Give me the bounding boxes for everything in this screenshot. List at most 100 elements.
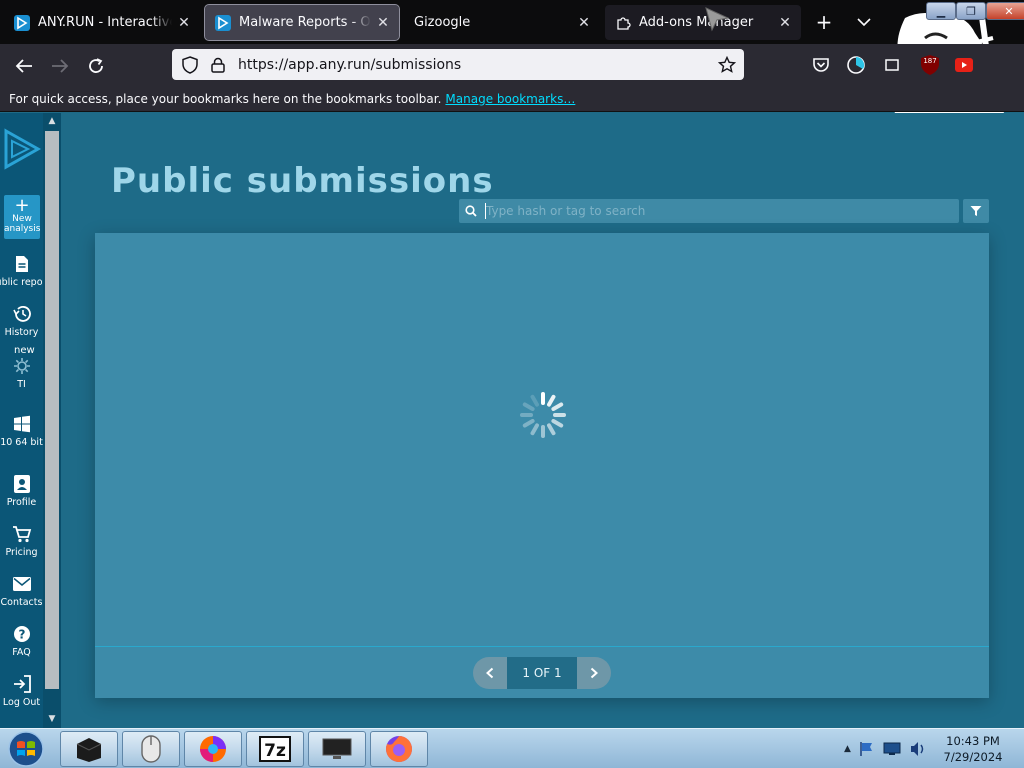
tray-expand-arrow-icon[interactable]: ▲ — [844, 744, 851, 754]
extension-badge-count: 187 — [923, 57, 936, 65]
close-icon[interactable]: ✕ — [172, 11, 196, 35]
chevron-down-icon — [857, 18, 871, 27]
plus-icon: + — [14, 195, 30, 216]
profile-icon — [0, 473, 43, 495]
tab-title: ANY.RUN - Interactive Online — [38, 15, 172, 30]
submissions-panel: 1 OF 1 — [95, 233, 989, 698]
reload-icon — [89, 58, 103, 73]
monitor-icon — [322, 738, 352, 759]
start-button-icon[interactable] — [4, 730, 48, 768]
sidebar-item-label: FAQ — [12, 647, 31, 658]
sidebar-item-pricing[interactable]: Pricing — [0, 523, 43, 558]
extension-partial-icon[interactable] — [884, 54, 900, 76]
tracking-protection-shield-icon[interactable] — [180, 55, 200, 74]
reload-button[interactable] — [82, 52, 110, 80]
network-monitor-icon[interactable] — [883, 742, 901, 756]
restore-button[interactable]: ❐ — [956, 2, 986, 20]
tab-addons-manager[interactable]: Add-ons Manager ✕ — [605, 5, 801, 40]
sidebar-item-label: History — [4, 327, 39, 338]
loading-spinner-icon — [520, 392, 566, 438]
action-center-flag-icon[interactable] — [859, 741, 875, 757]
document-icon — [0, 253, 43, 275]
windows-icon — [0, 413, 43, 435]
list-all-tabs-button[interactable] — [852, 10, 876, 34]
close-icon[interactable]: ✕ — [773, 11, 797, 35]
help-icon: ? — [0, 623, 43, 645]
extension-timer-icon[interactable] — [845, 54, 867, 76]
scrollbar-thumb[interactable] — [45, 131, 59, 689]
taskbar-clock[interactable]: 10:43 PM 7/29/2024 — [930, 733, 1016, 765]
history-icon — [0, 303, 43, 325]
lock-icon[interactable] — [208, 57, 228, 73]
sidebar-item-contacts[interactable]: Contacts — [0, 573, 43, 608]
search-box[interactable] — [459, 199, 959, 223]
sidebar-item-ti[interactable]: new TI — [0, 345, 43, 390]
chevron-right-icon — [590, 667, 598, 679]
cart-icon — [0, 523, 43, 545]
anyrun-play-icon — [215, 14, 231, 31]
close-icon[interactable]: ✕ — [572, 11, 596, 35]
window-close-button[interactable]: ✕ — [986, 2, 1024, 20]
next-page-button[interactable] — [577, 657, 611, 689]
new-analysis-button[interactable]: + New analysis — [4, 195, 40, 239]
taskbar-app-monitor[interactable] — [308, 731, 366, 767]
close-icon[interactable]: ✕ — [371, 11, 395, 35]
manage-bookmarks-link[interactable]: Manage bookmarks… — [445, 92, 575, 106]
svg-text:?: ? — [18, 628, 25, 642]
mouse-device-icon — [141, 735, 161, 763]
bookmark-star-icon[interactable] — [716, 55, 738, 74]
tab-anyrun[interactable]: ANY.RUN - Interactive Online ✕ — [4, 5, 200, 40]
sidebar-item-logout[interactable]: Log Out — [0, 673, 43, 708]
clock-date: 7/29/2024 — [943, 750, 1003, 764]
navigation-toolbar: https://app.any.run/submissions 187 — [0, 44, 1024, 86]
firefox-icon — [386, 736, 412, 762]
window-controls: ▁ ❐ ✕ — [926, 2, 1024, 20]
search-input[interactable] — [486, 204, 959, 218]
puzzle-icon — [615, 15, 631, 31]
sidebar-item-label: Profile — [6, 497, 37, 508]
taskbar-app-terminal[interactable] — [60, 731, 118, 767]
url-text: https://app.any.run/submissions — [238, 56, 462, 73]
anyrun-play-icon — [14, 14, 30, 31]
sidebar-item-profile[interactable]: Profile — [0, 473, 43, 508]
arrow-left-icon — [15, 59, 32, 73]
pagination: 1 OF 1 — [473, 657, 611, 689]
bookmarks-empty-message: For quick access, place your bookmarks h… — [9, 91, 442, 106]
address-bar[interactable]: https://app.any.run/submissions — [172, 49, 744, 80]
forward-button[interactable] — [46, 52, 74, 80]
youtube-extension-icon[interactable] — [954, 54, 974, 76]
terminal-box-icon — [76, 738, 102, 762]
new-tab-button[interactable]: + — [812, 10, 836, 34]
pocket-icon[interactable] — [810, 54, 832, 76]
sidebar-item-label: Contacts — [0, 597, 43, 608]
sidebar-item-label: Log Out — [2, 697, 41, 708]
sidebar-item-faq[interactable]: ? FAQ — [0, 623, 43, 658]
taskbar-app-7zip[interactable]: 7z — [246, 731, 304, 767]
sidebar-item-history[interactable]: History — [0, 303, 43, 338]
scroll-down-arrow-icon[interactable]: ▼ — [43, 711, 61, 727]
minimize-button[interactable]: ▁ — [926, 2, 956, 20]
sidebar-item-public-reports[interactable]: Public reports — [0, 253, 43, 288]
tab-title: Gizoogle — [414, 15, 471, 30]
ublock-origin-icon[interactable]: 187 — [918, 54, 942, 76]
filter-button[interactable] — [963, 199, 989, 223]
sidebar-item-os-version[interactable]: 10 64 bit — [0, 413, 43, 448]
taskbar-app-firefox[interactable] — [370, 731, 428, 767]
pagination-footer: 1 OF 1 — [95, 646, 989, 698]
search-icon — [459, 205, 483, 217]
chevron-left-icon — [486, 667, 494, 679]
taskbar-app-browser[interactable] — [184, 731, 242, 767]
back-button[interactable] — [10, 52, 38, 80]
taskbar-app-mouse[interactable] — [122, 731, 180, 767]
scroll-up-arrow-icon[interactable]: ▲ — [43, 113, 61, 129]
anyrun-logo-icon[interactable] — [2, 127, 42, 171]
sidebar-scrollbar[interactable]: ▲ ▼ — [43, 113, 61, 728]
tab-malware-reports[interactable]: Malware Reports - Online Malware ✕ — [204, 4, 400, 41]
volume-icon[interactable] — [909, 741, 927, 757]
sidebar-item-label: 10 64 bit — [0, 437, 43, 448]
previous-page-button[interactable] — [473, 657, 507, 689]
system-tray: ▲ — [840, 729, 931, 768]
page-indicator: 1 OF 1 — [507, 657, 577, 689]
tab-gizoogle[interactable]: Gizoogle ✕ — [404, 5, 600, 40]
new-analysis-label: New analysis — [4, 214, 41, 234]
